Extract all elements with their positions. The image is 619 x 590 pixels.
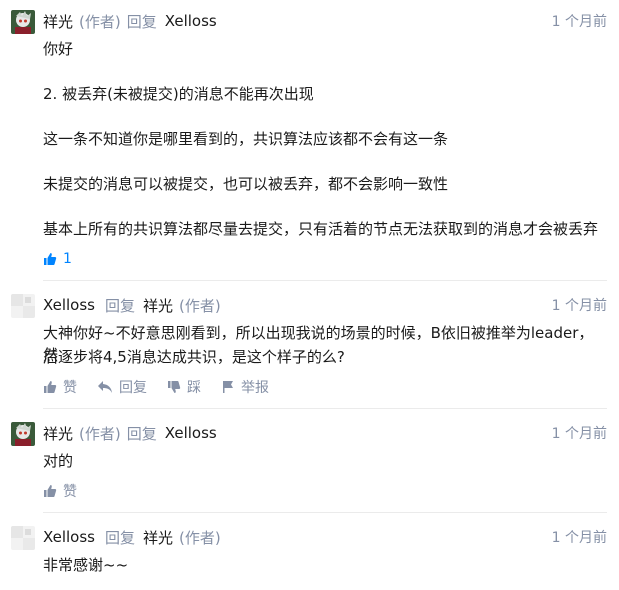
comment-actions: 1 xyxy=(43,249,92,269)
like-button[interactable]: 赞 xyxy=(43,377,77,397)
reply-word: 回复 xyxy=(104,528,135,547)
reply-target-name[interactable]: 祥光 xyxy=(143,527,173,548)
reply-word: 回复 xyxy=(104,296,135,315)
flag-icon xyxy=(223,381,233,393)
thumbs-up-icon xyxy=(44,253,57,265)
timestamp: 1 个月前 xyxy=(551,298,607,314)
avatar-xiangguang[interactable] xyxy=(11,10,35,34)
comment-meta: Xelloss 回复 祥光 (作者) 1 个月前 xyxy=(43,294,607,316)
timestamp: 1 个月前 xyxy=(551,426,607,442)
timestamp: 1 个月前 xyxy=(551,14,607,30)
comment-text-line: 你好 xyxy=(43,40,74,58)
author-tag: (作者) xyxy=(179,528,221,547)
dislike-button[interactable]: 踩 xyxy=(167,377,201,397)
like-label: 赞 xyxy=(63,484,77,500)
thumbs-up-icon xyxy=(44,381,57,393)
avatar-xelloss[interactable] xyxy=(11,294,35,318)
comment-text-line: 未提交的消息可以被提交，也可以被丢弃，都不会影响一致性 xyxy=(43,175,449,193)
comment-meta: 祥光 (作者) 回复 Xelloss 1 个月前 xyxy=(43,422,607,444)
reply-word: 回复 xyxy=(126,12,157,31)
thumbs-up-icon xyxy=(44,485,57,497)
divider xyxy=(43,512,607,513)
author-tag: (作者) xyxy=(79,12,121,31)
like-label: 赞 xyxy=(63,380,77,396)
divider xyxy=(43,280,607,281)
reply-word: 回复 xyxy=(126,424,157,443)
comment-text-line: 非常感谢~~ xyxy=(43,556,129,574)
reply-target-name[interactable]: Xelloss xyxy=(165,424,217,442)
comment-meta: 祥光 (作者) 回复 Xelloss 1 个月前 xyxy=(43,10,607,32)
author-name[interactable]: Xelloss xyxy=(43,528,95,546)
like-button[interactable]: 1 xyxy=(43,251,72,267)
report-label: 举报 xyxy=(241,380,269,396)
comment-text-line: 对的 xyxy=(43,452,74,470)
like-count: 1 xyxy=(63,251,72,267)
reply-arrow-icon xyxy=(98,381,112,393)
report-button[interactable]: 举报 xyxy=(221,377,269,397)
author-name[interactable]: 祥光 xyxy=(43,423,73,444)
avatar-xiangguang[interactable] xyxy=(11,422,35,446)
reply-label: 回复 xyxy=(119,380,147,396)
comment-text-line: 后逐步将4,5消息达成共识，是这个样子的么? xyxy=(43,348,345,366)
author-name[interactable]: Xelloss xyxy=(43,296,95,314)
reply-target-name[interactable]: 祥光 xyxy=(143,295,173,316)
reply-button[interactable]: 回复 xyxy=(97,377,147,397)
reply-target-name[interactable]: Xelloss xyxy=(165,12,217,30)
thumbs-down-icon xyxy=(168,381,181,393)
comment-text-line: 基本上所有的共识算法都尽量去提交，只有活着的节点无法获取到的消息才会被丢弃 xyxy=(43,220,599,238)
author-name[interactable]: 祥光 xyxy=(43,11,73,32)
comment-actions: 赞 回复 踩 举报 xyxy=(43,377,289,397)
author-tag: (作者) xyxy=(179,296,221,315)
author-tag: (作者) xyxy=(79,424,121,443)
comment-text-line: 这一条不知道你是哪里看到的，共识算法应该都不会有这一条 xyxy=(43,130,449,148)
comment-actions: 赞 xyxy=(43,481,97,501)
avatar-xelloss[interactable] xyxy=(11,526,35,550)
divider xyxy=(43,408,607,409)
like-button[interactable]: 赞 xyxy=(43,481,77,501)
timestamp: 1 个月前 xyxy=(551,530,607,546)
dislike-label: 踩 xyxy=(187,380,201,396)
comment-meta: Xelloss 回复 祥光 (作者) 1 个月前 xyxy=(43,526,607,548)
comment-text-line: 2. 被丢弃(未被提交)的消息不能再次出现 xyxy=(43,85,314,103)
